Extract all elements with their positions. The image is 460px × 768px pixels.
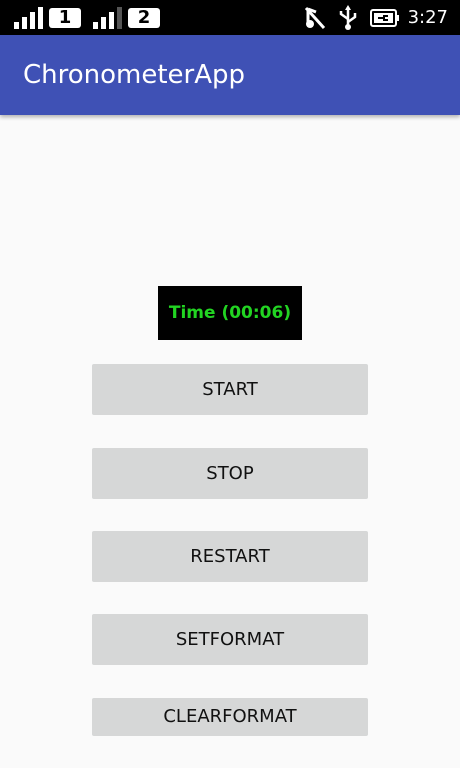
sim1-badge: 1 [49,7,81,28]
signal-icon [93,6,122,29]
stop-button[interactable]: STOP [92,448,368,499]
setformat-button[interactable]: SETFORMAT [92,614,368,665]
start-button[interactable]: START [92,364,368,415]
chronometer-display: Time (00:06) [158,286,302,340]
status-time: 3:27 [407,7,448,28]
silent-icon [304,6,325,29]
sim2-badge: 2 [128,7,160,28]
signal-icon [14,6,43,29]
status-left: 1 2 [14,0,172,35]
app-bar: ChronometerApp [0,35,460,115]
usb-icon [339,4,356,30]
status-bar: 1 2 3:27 [0,0,460,35]
status-right: 3:27 [292,0,448,35]
battery-charging-icon [369,8,399,27]
app-title: ChronometerApp [23,60,246,90]
clearformat-button[interactable]: CLEARFORMAT [92,698,368,736]
restart-button[interactable]: RESTART [92,531,368,582]
